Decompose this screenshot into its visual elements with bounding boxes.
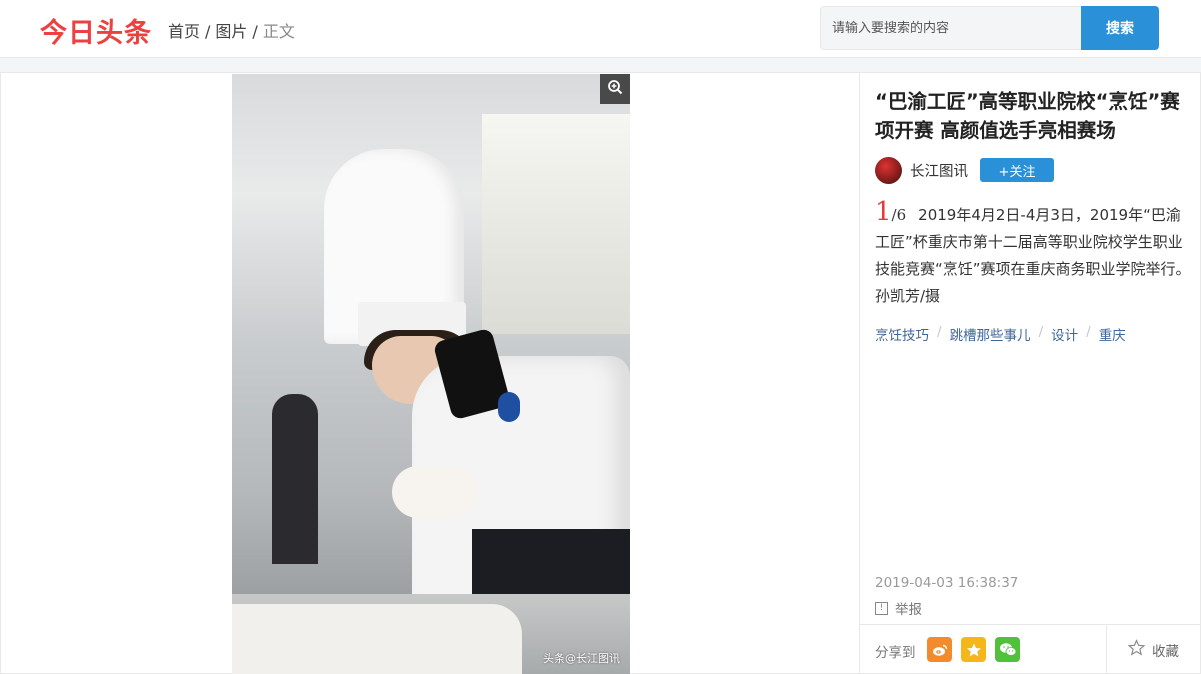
gallery-total-count: /6	[891, 206, 907, 224]
article-side-panel: “巴渝工匠”高等职业院校“烹饪”赛项开赛 高颜值选手亮相赛场 长江图讯 +关注 …	[859, 72, 1201, 674]
gallery-current-index: 1	[875, 197, 892, 227]
search-box	[820, 6, 1082, 50]
favorite-label: 收藏	[1152, 643, 1179, 660]
tag-separator: /	[1086, 324, 1091, 340]
photo-cutting-board	[232, 604, 522, 674]
breadcrumb-separator: /	[205, 22, 211, 41]
zoom-in-icon	[607, 79, 623, 99]
tag-item[interactable]: 烹饪技巧	[875, 324, 929, 344]
search-input[interactable]	[821, 7, 1082, 49]
wechat-icon[interactable]	[995, 637, 1020, 662]
favorite-button[interactable]: 收藏	[1106, 625, 1200, 674]
site-logo[interactable]: 今日头条	[40, 11, 152, 50]
tag-item[interactable]: 重庆	[1099, 324, 1126, 344]
photo-chef-gloves	[392, 466, 478, 518]
breadcrumb-separator: /	[252, 22, 258, 41]
report-label: 举报	[895, 602, 922, 618]
publish-time: 2019-04-03 16:38:37	[875, 575, 1019, 591]
top-header: 今日头条 首页/图片/正文 搜索	[0, 0, 1201, 58]
report-icon: !	[875, 601, 888, 615]
breadcrumb-category[interactable]: 图片	[215, 22, 247, 41]
photo-background-person	[272, 394, 318, 564]
author-name[interactable]: 长江图讯	[910, 160, 968, 181]
image-viewer: 头条@长江图讯	[0, 72, 860, 674]
search-button[interactable]: 搜索	[1081, 6, 1159, 50]
star-icon	[1127, 639, 1152, 660]
follow-button[interactable]: +关注	[980, 158, 1054, 182]
breadcrumb-current: 正文	[262, 22, 295, 41]
tag-item[interactable]: 设计	[1051, 324, 1078, 344]
share-label: 分享到	[875, 645, 916, 661]
weibo-icon[interactable]	[927, 637, 952, 662]
tag-separator: /	[937, 324, 942, 340]
photo-background-window	[482, 114, 630, 334]
photo-watermark: 头条@长江图讯	[543, 652, 620, 665]
tag-item[interactable]: 跳槽那些事儿	[950, 324, 1031, 344]
author-row: 长江图讯 +关注	[875, 156, 1054, 184]
photo-chef-badge	[498, 392, 520, 422]
share-bar: 分享到 收藏	[860, 624, 1200, 674]
article-title: “巴渝工匠”高等职业院校“烹饪”赛项开赛 高颜值选手亮相赛场	[875, 90, 1180, 142]
qzone-icon[interactable]	[961, 637, 986, 662]
photo-caption: 2019年4月2日-4月3日，2019年“巴渝工匠”杯重庆市第十二届高等职业院校…	[875, 206, 1191, 305]
author-avatar[interactable]	[875, 156, 902, 184]
report-link[interactable]: ! 举报	[875, 598, 922, 618]
photo-description: 1/6 2019年4月2日-4月3日，2019年“巴渝工匠”杯重庆市第十二届高等职…	[875, 199, 1195, 310]
zoom-button[interactable]	[600, 74, 630, 104]
gallery-photo[interactable]: 头条@长江图讯	[232, 74, 630, 674]
breadcrumb: 首页 / 图片 / 正文	[168, 18, 295, 42]
breadcrumb-home[interactable]: 首页	[168, 22, 200, 41]
tag-separator: /	[1038, 324, 1044, 340]
tag-list: 烹饪技巧 / 跳槽那些事儿 / 设计 / 重庆	[875, 324, 1126, 344]
